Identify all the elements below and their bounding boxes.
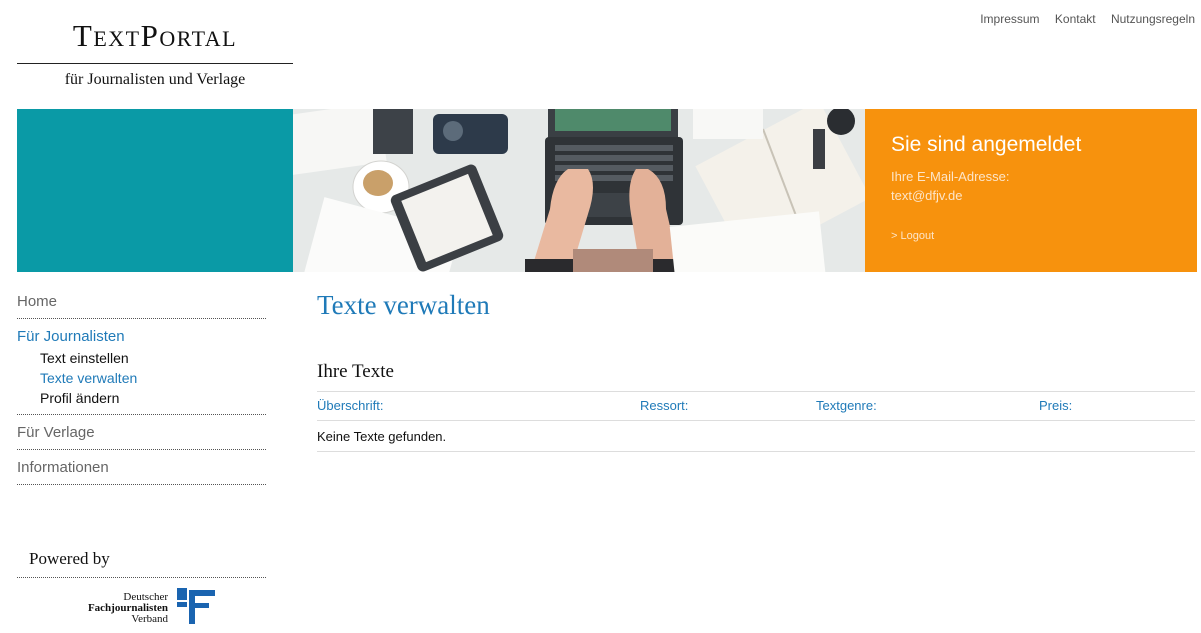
texts-table: Überschrift: Ressort: Textgenre: Preis: … [317, 391, 1195, 452]
dfjv-logo-text: Deutscher Fachjournalisten Verband [88, 592, 168, 625]
sidebar-item-fuer-journalisten[interactable]: Für Journalisten [17, 319, 266, 348]
teal-block [17, 109, 293, 272]
sidebar-item-text-einstellen[interactable]: Text einstellen [17, 348, 266, 368]
banner: Sie sind angemeldet Ihre E-Mail-Adresse:… [17, 109, 1197, 272]
sidebar-item-fuer-verlage[interactable]: Für Verlage [17, 415, 266, 450]
sidebar-item-profil-aendern[interactable]: Profil ändern [17, 388, 266, 408]
login-status-panel: Sie sind angemeldet Ihre E-Mail-Adresse:… [865, 109, 1197, 272]
sidebar-item-home[interactable]: Home [17, 284, 266, 319]
sidebar-item-informationen[interactable]: Informationen [17, 450, 266, 485]
site-logo[interactable]: TextPortal für Journalisten und Verlage [17, 18, 293, 89]
login-status-title: Sie sind angemeldet [891, 133, 1082, 156]
empty-table-message: Keine Texte gefunden. [317, 420, 1195, 452]
sidebar-section-journalisten: Für Journalisten Text einstellen Texte v… [17, 319, 266, 415]
dfjv-line-3: Verband [131, 613, 168, 625]
table-header-row: Überschrift: Ressort: Textgenre: Preis: [317, 391, 1195, 421]
top-navigation: Impressum Kontakt Nutzungsregeln [968, 12, 1195, 26]
kontakt-link[interactable]: Kontakt [1055, 12, 1096, 26]
section-title: Ihre Texte [317, 361, 394, 382]
column-header-ueberschrift[interactable]: Überschrift: [317, 391, 640, 421]
page-title: Texte verwalten [317, 290, 490, 320]
powered-by-heading: Powered by [17, 549, 266, 578]
email-label: Ihre E-Mail-Adresse: [891, 169, 1010, 184]
desk-photo-illustration [293, 109, 865, 272]
sidebar-navigation: Home Für Journalisten Text einstellen Te… [17, 284, 266, 485]
banner-photo [293, 109, 865, 272]
column-header-preis[interactable]: Preis: [1039, 391, 1195, 421]
column-header-textgenre[interactable]: Textgenre: [816, 391, 1039, 421]
logo-title: TextPortal [17, 18, 293, 64]
main-content: Texte verwalten Ihre Texte Überschrift: … [317, 290, 1195, 452]
impressum-link[interactable]: Impressum [980, 12, 1039, 26]
dfjv-logo[interactable]: Deutscher Fachjournalisten Verband [58, 586, 228, 633]
email-value: text@dfjv.de [891, 188, 963, 203]
nutzungsregeln-link[interactable]: Nutzungsregeln [1111, 12, 1195, 26]
logo-subtitle: für Journalisten und Verlage [64, 71, 246, 88]
dfjv-emblem-icon [177, 588, 215, 624]
logout-link[interactable]: > Logout [891, 230, 934, 242]
table-row: Keine Texte gefunden. [317, 420, 1195, 452]
column-header-ressort[interactable]: Ressort: [640, 391, 816, 421]
sidebar-item-texte-verwalten[interactable]: Texte verwalten [17, 368, 266, 388]
